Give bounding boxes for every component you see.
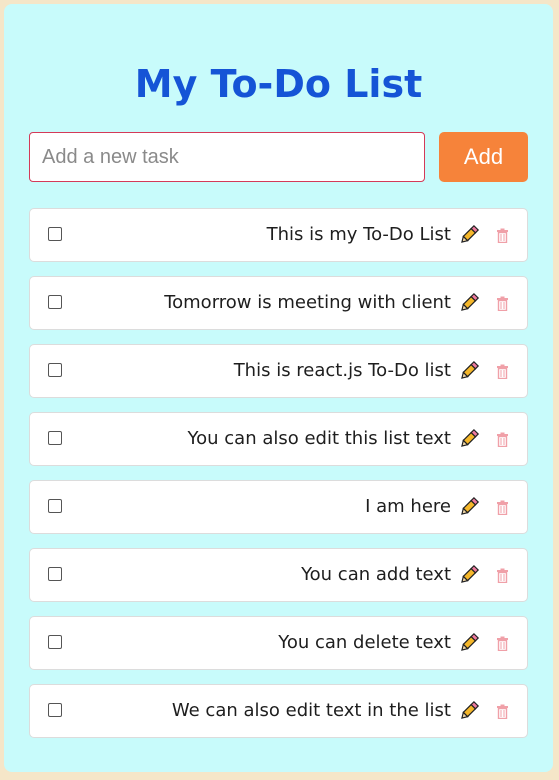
- trash-icon[interactable]: [496, 704, 509, 719]
- trash-icon[interactable]: [496, 500, 509, 515]
- new-task-input[interactable]: [29, 132, 425, 182]
- task-text: You can also edit this list text: [187, 428, 451, 449]
- task-item: I am here: [29, 480, 528, 534]
- task-list: This is my To-Do List Tomorrow is meetin…: [29, 208, 528, 752]
- task-text: I am here: [365, 496, 451, 517]
- task-item: We can also edit text in the list: [29, 684, 528, 738]
- task-text: You can delete text: [278, 632, 451, 653]
- task-checkbox[interactable]: [48, 567, 62, 581]
- trash-icon[interactable]: [496, 228, 509, 243]
- task-text: We can also edit text in the list: [171, 700, 451, 721]
- todo-app-card: My To-Do List Add This is my To-Do List: [4, 4, 553, 772]
- pencil-icon[interactable]: [458, 360, 480, 382]
- task-checkbox[interactable]: [48, 703, 62, 717]
- task-item: You can delete text: [29, 616, 528, 670]
- add-task-button[interactable]: Add: [439, 132, 528, 182]
- task-item: This is my To-Do List: [29, 208, 528, 262]
- task-item: You can add text: [29, 548, 528, 602]
- task-text: You can add text: [301, 564, 451, 585]
- trash-icon[interactable]: [496, 364, 509, 379]
- pencil-icon[interactable]: [458, 428, 480, 450]
- task-text: This is react.js To-Do list: [233, 360, 451, 381]
- pencil-icon[interactable]: [458, 700, 480, 722]
- task-checkbox[interactable]: [48, 635, 62, 649]
- task-text: Tomorrow is meeting with client: [164, 292, 451, 313]
- trash-icon[interactable]: [496, 296, 509, 311]
- pencil-icon[interactable]: [458, 496, 480, 518]
- task-checkbox[interactable]: [48, 499, 62, 513]
- task-item: Tomorrow is meeting with client: [29, 276, 528, 330]
- page-title: My To-Do List: [134, 62, 423, 106]
- pencil-icon[interactable]: [458, 292, 480, 314]
- trash-icon[interactable]: [496, 568, 509, 583]
- task-checkbox[interactable]: [48, 431, 62, 445]
- task-item: You can also edit this list text: [29, 412, 528, 466]
- pencil-icon[interactable]: [458, 224, 480, 246]
- trash-icon[interactable]: [496, 636, 509, 651]
- pencil-icon[interactable]: [458, 632, 480, 654]
- task-checkbox[interactable]: [48, 363, 62, 377]
- task-text: This is my To-Do List: [266, 224, 451, 245]
- task-checkbox[interactable]: [48, 295, 62, 309]
- trash-icon[interactable]: [496, 432, 509, 447]
- pencil-icon[interactable]: [458, 564, 480, 586]
- task-item: This is react.js To-Do list: [29, 344, 528, 398]
- task-checkbox[interactable]: [48, 227, 62, 241]
